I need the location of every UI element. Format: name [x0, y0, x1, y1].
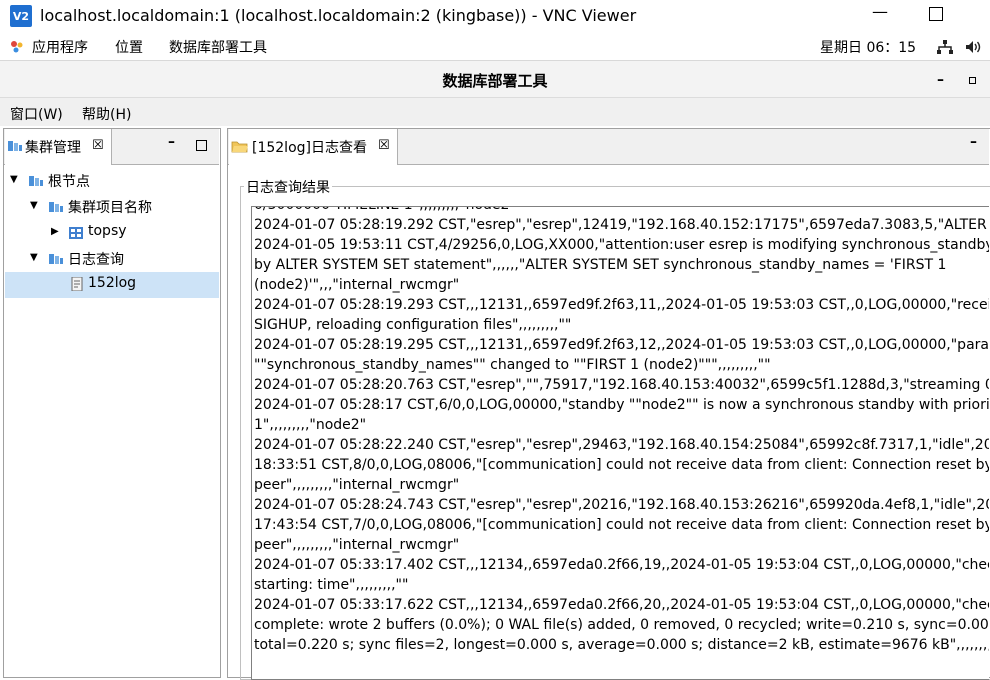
volume-icon[interactable] [965, 40, 982, 54]
folder-icon [231, 141, 248, 153]
log-line: by ALTER SYSTEM SET statement",,,,,,"ALT… [254, 257, 947, 273]
right-panel-minimize-button[interactable]: – [970, 134, 977, 150]
tree-label-cluster-project: 集群项目名称 [68, 200, 152, 216]
close-icon[interactable]: ☒ [92, 138, 104, 153]
topology-icon [69, 227, 83, 239]
log-line: starting: time",,,,,,,,,"" [254, 577, 409, 593]
expand-arrow-icon[interactable]: ▼ [30, 252, 38, 263]
log-line: 0/3000000 TIMELINE 1",,,,,,,,,"node2" [252, 207, 987, 215]
app-maximize-button[interactable] [969, 77, 976, 84]
log-text: 0/3000000 TIMELINE 1",,,,,,,,,"node2" 202… [252, 207, 989, 655]
log-line: 2024-01-07 05:28:19.292 CST,"esrep","esr… [254, 217, 989, 233]
applications-icon [11, 41, 23, 53]
tree-label-log-query: 日志查询 [68, 252, 124, 268]
tree-label-root: 根节点 [48, 174, 90, 190]
log-line: ""synchronous_standby_names"" changed to… [254, 357, 771, 373]
tree-node-topsy[interactable]: ▶ topsy [5, 220, 219, 246]
cluster-node-icon [49, 254, 63, 264]
menu-bar [0, 98, 990, 126]
vnc-minimize-button[interactable]: — [872, 2, 888, 21]
log-line: 2024-01-07 05:28:19.295 CST,,,12131,,659… [254, 337, 989, 353]
cluster-icon [8, 141, 22, 151]
log-result-group-label: 日志查询结果 [244, 177, 332, 197]
cluster-node-icon [49, 202, 63, 212]
applications-menu[interactable]: 应用程序 [32, 37, 88, 57]
vnc-window-title: localhost.localdomain:1 (localhost.local… [40, 6, 637, 25]
expand-arrow-icon[interactable]: ▼ [30, 200, 38, 211]
tree-node-cluster-project[interactable]: ▼ 集群项目名称 [5, 194, 219, 220]
collapsed-arrow-icon[interactable]: ▶ [51, 226, 59, 237]
log-line: 2024-01-07 05:28:24.743 CST,"esrep","esr… [254, 497, 989, 513]
tree-label-152log: 152log [88, 275, 137, 291]
tree-label-topsy: topsy [88, 223, 127, 239]
menu-window[interactable]: 窗口(W) [10, 104, 63, 124]
app-window-title: 数据库部署工具 [442, 72, 548, 90]
log-line: 2024-01-07 05:28:20.763 CST,"esrep","",7… [254, 377, 989, 393]
vnc-logo-icon: V2 [10, 5, 32, 27]
log-line: SIGHUP, reloading configuration files",,… [254, 317, 572, 333]
log-text-area[interactable]: 0/3000000 TIMELINE 1",,,,,,,,,"node2" 202… [251, 206, 989, 680]
tree-node-root[interactable]: ▼ 根节点 [5, 168, 219, 194]
tree-node-152log[interactable]: 152log [5, 272, 219, 298]
expand-arrow-icon[interactable]: ▼ [10, 174, 18, 185]
tab-log-view-label: [152log]日志查看 [252, 140, 367, 156]
tool-taskbar-item[interactable]: 数据库部署工具 [169, 37, 267, 57]
log-line: 17:43:54 CST,7/0,0,LOG,08006,"[communica… [254, 517, 989, 533]
log-line: (node2)'",,,"internal_rwcmgr" [254, 277, 460, 293]
menu-help[interactable]: 帮助(H) [82, 104, 131, 124]
log-line: peer",,,,,,,,,"internal_rwcmgr" [254, 537, 460, 553]
log-line: 2024-01-05 19:53:11 CST,4/29256,0,LOG,XX… [254, 237, 989, 253]
places-menu[interactable]: 位置 [115, 37, 143, 57]
app-minimize-button[interactable]: – [937, 72, 944, 88]
tree-node-log-query[interactable]: ▼ 日志查询 [5, 246, 219, 272]
close-icon[interactable]: ☒ [378, 138, 390, 153]
log-line: peer",,,,,,,,,"internal_rwcmgr" [254, 477, 460, 493]
log-line: complete: wrote 2 buffers (0.0%); 0 WAL … [254, 617, 989, 633]
log-file-icon [71, 277, 83, 291]
network-icon[interactable] [937, 40, 953, 55]
log-line: 1",,,,,,,,,"node2" [254, 417, 367, 433]
log-line: 2024-01-07 05:28:22.240 CST,"esrep","esr… [254, 437, 989, 453]
panel-clock[interactable]: 星期日 06：15 [820, 37, 916, 57]
log-line: 2024-01-07 05:33:17.402 CST,,,12134,,659… [254, 557, 989, 573]
cluster-node-icon [29, 176, 43, 186]
log-line: 2024-01-07 05:33:17.622 CST,,,12134,,659… [254, 597, 989, 613]
log-line: 18:33:51 CST,8/0,0,LOG,08006,"[communica… [254, 457, 989, 473]
left-panel-maximize-button[interactable] [196, 140, 207, 151]
log-line: total=0.220 s; sync files=2, longest=0.0… [254, 637, 989, 653]
left-panel-minimize-button[interactable]: – [168, 134, 175, 150]
vnc-maximize-button[interactable] [929, 7, 943, 21]
log-line: 2024-01-07 05:28:19.293 CST,,,12131,,659… [254, 297, 989, 313]
log-line: 2024-01-07 05:28:17 CST,6/0,0,LOG,00000,… [254, 397, 989, 413]
tab-cluster-management-label: 集群管理 [25, 140, 81, 156]
